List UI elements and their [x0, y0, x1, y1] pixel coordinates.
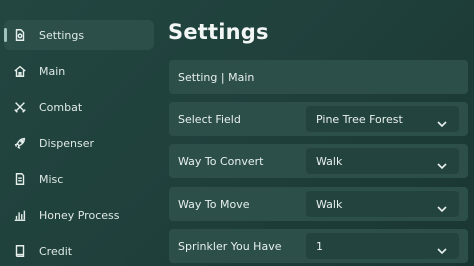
- active-indicator: [4, 28, 7, 42]
- sidebar-item-label: Settings: [39, 28, 85, 42]
- way-to-convert-dropdown[interactable]: Walk: [306, 148, 459, 174]
- sidebar-item-label: Dispenser: [39, 136, 94, 150]
- chevron-down-icon: [437, 156, 447, 170]
- select-field-label: Select Field: [178, 112, 241, 126]
- sidebar-item-label: Misc: [39, 172, 64, 186]
- bar-chart-icon: [12, 207, 28, 223]
- swords-icon: [12, 99, 28, 115]
- chevron-down-icon: [437, 241, 447, 255]
- sprinkler-dropdown[interactable]: 1: [306, 233, 459, 259]
- sidebar-item-label: Main: [39, 64, 66, 78]
- sidebar-item-label: Combat: [39, 100, 83, 114]
- dropdown-value: Pine Tree Forest: [316, 112, 403, 126]
- way-to-move-row: Way To Move Walk: [169, 187, 468, 221]
- sidebar-item-combat[interactable]: Combat: [4, 92, 154, 122]
- section-header-label: Setting | Main: [178, 70, 255, 84]
- sidebar-item-settings[interactable]: Settings: [4, 20, 154, 50]
- sidebar-item-credit[interactable]: Credit: [4, 236, 154, 266]
- sprinkler-row: Sprinkler You Have 1: [169, 229, 468, 263]
- way-to-convert-label: Way To Convert: [178, 154, 264, 168]
- section-header: Setting | Main: [169, 60, 468, 94]
- sidebar-item-label: Honey Process: [39, 208, 120, 222]
- way-to-move-label: Way To Move: [178, 197, 250, 211]
- dropdown-value: 1: [316, 239, 323, 253]
- select-field-dropdown[interactable]: Pine Tree Forest: [306, 106, 459, 132]
- rocket-icon: [12, 135, 28, 151]
- dropdown-value: Walk: [316, 154, 343, 168]
- dropdown-value: Walk: [316, 197, 343, 211]
- book-icon: [12, 243, 28, 259]
- sidebar-item-main[interactable]: Main: [4, 56, 154, 86]
- sidebar: Settings Main Combat Dispenser Misc Hone…: [0, 0, 160, 266]
- sidebar-item-honey-process[interactable]: Honey Process: [4, 200, 154, 230]
- sprinkler-label: Sprinkler You Have: [178, 239, 282, 253]
- select-field-row: Select Field Pine Tree Forest: [169, 102, 468, 136]
- sidebar-item-misc[interactable]: Misc: [4, 164, 154, 194]
- chevron-down-icon: [437, 199, 447, 213]
- settings-icon: [12, 27, 28, 43]
- chevron-down-icon: [437, 114, 447, 128]
- sidebar-item-dispenser[interactable]: Dispenser: [4, 128, 154, 158]
- sidebar-item-label: Credit: [39, 244, 73, 258]
- page-title: Settings: [168, 20, 269, 44]
- home-icon: [12, 63, 28, 79]
- way-to-move-dropdown[interactable]: Walk: [306, 191, 459, 217]
- document-icon: [12, 171, 28, 187]
- way-to-convert-row: Way To Convert Walk: [169, 144, 468, 178]
- settings-window: Settings Main Combat Dispenser Misc Hone…: [0, 0, 474, 266]
